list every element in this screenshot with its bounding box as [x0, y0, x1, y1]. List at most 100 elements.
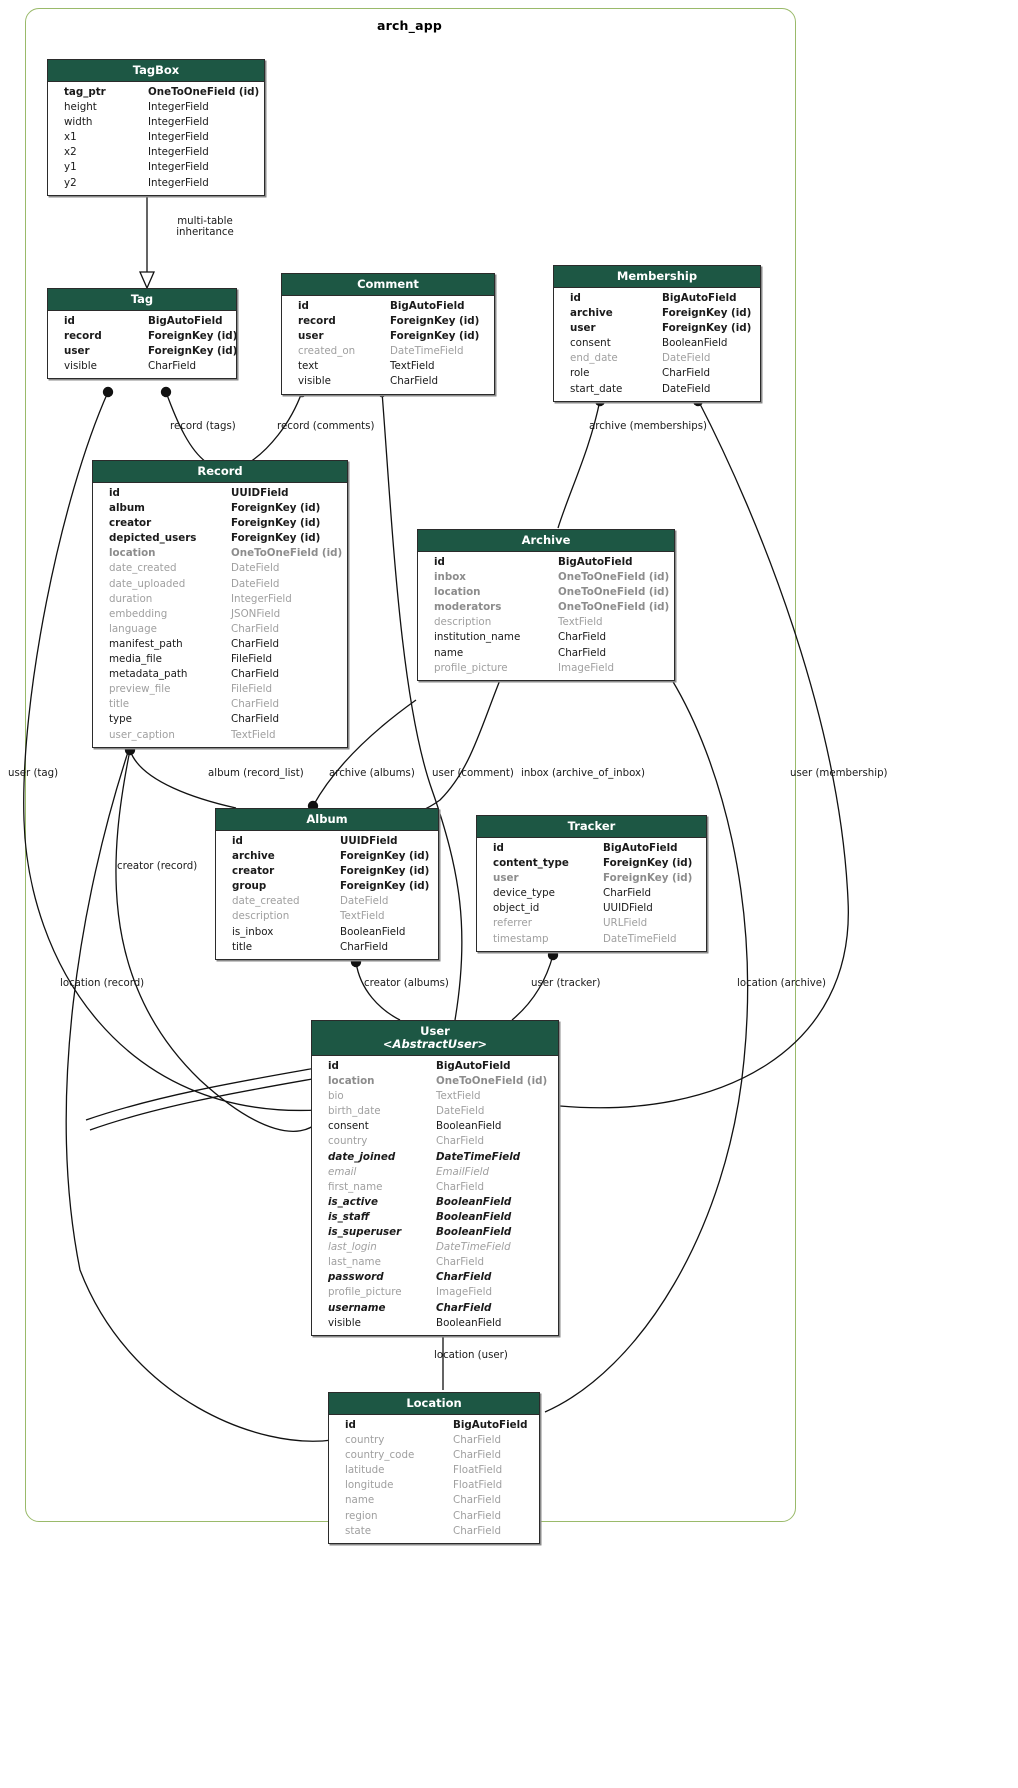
field-row: y1 IntegerField — [48, 160, 264, 175]
edge-label-location-user: location (user) — [434, 1350, 508, 1361]
field-type: FileField — [231, 683, 272, 696]
field-name: record — [298, 315, 336, 328]
field-row: email EmailField — [312, 1165, 558, 1180]
field-row: archive ForeignKey (id) — [554, 306, 760, 321]
field-row: id BigAutoField — [477, 841, 706, 856]
entity-tagbox[interactable]: TagBox tag_ptr OneToOneField (id) height In… — [47, 59, 265, 196]
field-name: user — [64, 345, 90, 358]
field-row: id BigAutoField — [48, 314, 236, 329]
field-name: password — [328, 1271, 384, 1284]
field-row: height IntegerField — [48, 100, 264, 115]
field-row: title CharField — [93, 697, 347, 712]
field-type: ForeignKey (id) — [390, 315, 480, 328]
field-name: manifest_path — [109, 637, 183, 650]
field-type: UUIDField — [231, 487, 289, 499]
field-name: id — [570, 292, 581, 304]
field-name: institution_name — [434, 631, 521, 644]
field-name: type — [109, 713, 133, 726]
field-name: country — [328, 1135, 368, 1148]
field-row: referrer URLField — [477, 916, 706, 931]
edge-label-record-comments: record (comments) — [277, 421, 375, 432]
field-name: height — [64, 101, 97, 114]
field-row: date_created DateField — [216, 894, 438, 909]
field-name: archive — [570, 307, 613, 320]
entity-membership[interactable]: Membership id BigAutoField archive ForeignK… — [553, 265, 761, 402]
field-name: visible — [328, 1316, 361, 1329]
entity-album[interactable]: Album id UUIDField archive ForeignKey (id) c… — [215, 808, 439, 960]
field-type: FileField — [231, 653, 272, 666]
field-type: OneToOneField (id) — [558, 571, 670, 584]
edge-label-inheritance: multi-table inheritance — [176, 216, 234, 238]
field-row: archive ForeignKey (id) — [216, 849, 438, 864]
field-type: DateField — [662, 382, 711, 395]
field-row: start_date DateField — [554, 382, 760, 397]
edge-label-record-tags: record (tags) — [170, 421, 236, 432]
entity-user[interactable]: User <AbstractUser> id BigAutoField locatio… — [311, 1020, 559, 1336]
field-row: visible BooleanField — [312, 1316, 558, 1331]
field-row: album ForeignKey (id) — [93, 501, 347, 516]
field-name: x2 — [64, 146, 77, 159]
field-type: DateField — [662, 352, 711, 365]
field-row: is_staff BooleanField — [312, 1210, 558, 1225]
field-name: archive — [232, 850, 275, 863]
field-type: URLField — [603, 917, 648, 930]
entity-record-title: Record — [93, 461, 347, 483]
field-type: DateTimeField — [436, 1150, 521, 1163]
field-name: longitude — [345, 1479, 394, 1492]
field-name: location — [434, 586, 481, 599]
entity-archive[interactable]: Archive id BigAutoField inbox OneToOneField… — [417, 529, 675, 681]
field-name: profile_picture — [434, 661, 508, 674]
entity-tag[interactable]: Tag id BigAutoField record ForeignKey (id) u… — [47, 288, 237, 380]
field-row: inbox OneToOneField (id) — [418, 570, 674, 585]
field-name: duration — [109, 592, 153, 605]
field-type: BigAutoField — [662, 292, 737, 304]
field-name: y1 — [64, 161, 77, 174]
field-type: JSONField — [231, 607, 281, 620]
field-name: region — [345, 1509, 378, 1522]
field-type: BigAutoField — [390, 300, 465, 312]
field-name: date_created — [109, 562, 177, 575]
field-name: visible — [298, 375, 331, 388]
field-name: language — [109, 622, 157, 635]
field-row: object_id UUIDField — [477, 901, 706, 916]
field-type: CharField — [340, 940, 389, 953]
field-type: CharField — [148, 360, 197, 373]
field-row: user ForeignKey (id) — [282, 329, 494, 344]
field-name: first_name — [328, 1180, 383, 1193]
entity-record[interactable]: Record id UUIDField album ForeignKey (id) cr… — [92, 460, 348, 748]
field-name: birth_date — [328, 1105, 381, 1118]
field-row: id BigAutoField — [312, 1059, 558, 1074]
field-name: bio — [328, 1090, 344, 1103]
entity-archive-fields: id BigAutoField inbox OneToOneField (id) loc… — [418, 552, 674, 680]
field-name: tag_ptr — [64, 86, 106, 98]
diagram-title: arch_app — [376, 18, 443, 33]
field-name: creator — [109, 517, 152, 530]
entity-tracker[interactable]: Tracker id BigAutoField content_type Foreig… — [476, 815, 707, 952]
entity-location[interactable]: Location id BigAutoField country CharField c… — [328, 1392, 540, 1544]
field-row: user ForeignKey (id) — [477, 871, 706, 886]
field-type: TextField — [436, 1090, 481, 1103]
field-type: OneToOneField (id) — [558, 586, 670, 599]
field-name: moderators — [434, 601, 502, 614]
field-name: user — [298, 330, 324, 343]
field-type: OneToOneField (id) — [436, 1075, 548, 1088]
field-name: name — [434, 646, 464, 659]
field-type: TextField — [231, 728, 276, 741]
field-row: birth_date DateField — [312, 1104, 558, 1119]
field-type: CharField — [231, 668, 280, 681]
field-row: user_caption TextField — [93, 728, 347, 743]
field-name: creator — [232, 865, 275, 878]
field-type: CharField — [436, 1180, 485, 1193]
field-type: DateTimeField — [436, 1241, 511, 1254]
field-row: id BigAutoField — [329, 1418, 539, 1433]
field-name: last_name — [328, 1256, 381, 1269]
field-name: id — [298, 300, 309, 312]
field-type: TextField — [340, 910, 385, 923]
field-name: referrer — [493, 917, 532, 930]
entity-comment[interactable]: Comment id BigAutoField record ForeignKey (… — [281, 273, 495, 395]
entity-album-fields: id UUIDField archive ForeignKey (id) creator… — [216, 831, 438, 959]
field-name: username — [328, 1301, 386, 1314]
edge-label-album-record-list: album (record_list) — [208, 768, 304, 779]
field-type: TextField — [558, 616, 603, 629]
field-type: BooleanField — [340, 925, 406, 938]
